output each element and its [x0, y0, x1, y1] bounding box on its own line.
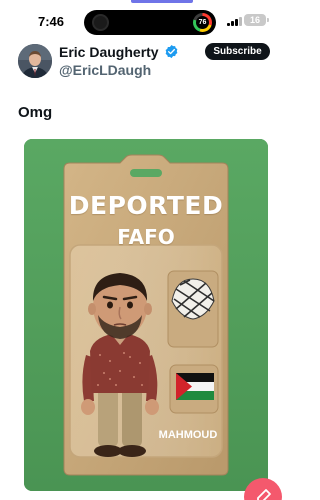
camera-icon — [92, 14, 109, 31]
compose-button[interactable] — [244, 478, 282, 500]
card-title: DEPORTED — [68, 191, 224, 220]
status-time: 7:46 — [38, 14, 65, 29]
battery-cap — [267, 18, 269, 22]
card-subtitle: FAFO — [117, 225, 175, 249]
author-avatar[interactable] — [18, 44, 52, 78]
compose-icon — [257, 489, 271, 500]
avatar-image — [18, 44, 52, 78]
dynamic-island: 76 — [84, 10, 216, 35]
battery-level: 16 — [249, 15, 260, 25]
author-handle[interactable]: @EricLDaugh — [59, 62, 151, 78]
figure-name-label: MAHMOUD — [158, 429, 218, 441]
activity-ring-value: 76 — [196, 16, 209, 29]
subscribe-button[interactable]: Subscribe — [205, 43, 270, 60]
verified-badge-icon — [165, 44, 178, 59]
battery-icon: 16 — [244, 14, 266, 26]
activity-ring-icon: 76 — [193, 13, 212, 32]
signal-icon — [227, 17, 242, 26]
palestinian-flag-icon — [176, 373, 214, 400]
author-name[interactable]: Eric Daugherty — [59, 44, 159, 60]
tweet-text: Omg — [18, 104, 53, 121]
status-bar: 7:46 76 16 — [0, 0, 292, 42]
tweet-media[interactable]: DEPORTED FAFO MAHMOUD — [24, 139, 268, 491]
